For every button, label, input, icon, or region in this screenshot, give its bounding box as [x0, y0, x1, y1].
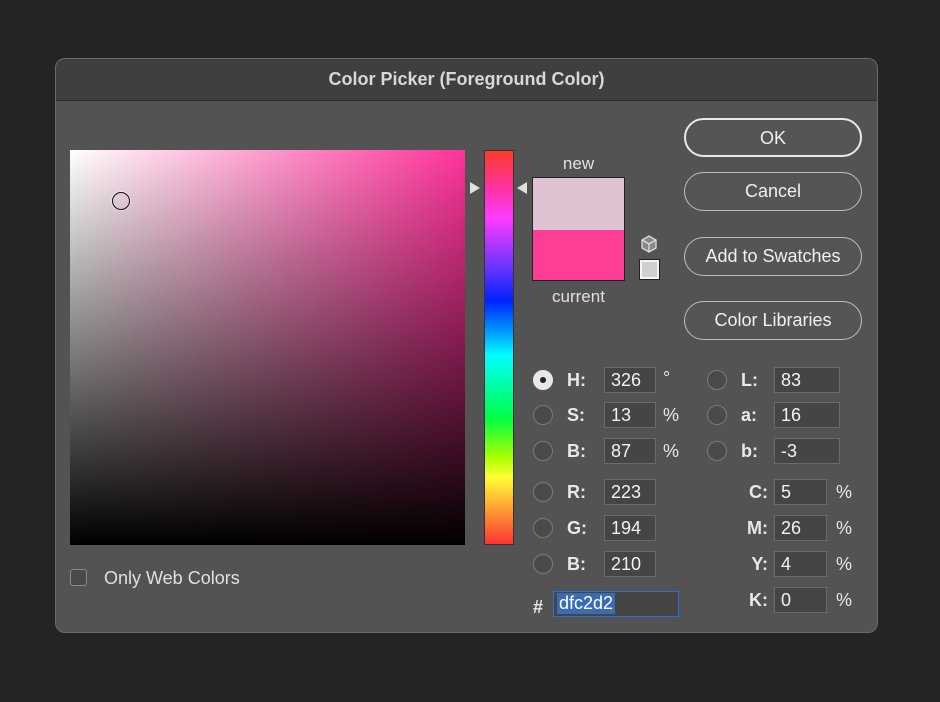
- green-input[interactable]: 194: [604, 515, 656, 541]
- color-picker-dialog: Color Picker (Foreground Color) new curr…: [55, 58, 878, 633]
- lab-b-radio[interactable]: [707, 441, 727, 461]
- only-web-colors-checkbox[interactable]: [70, 569, 87, 586]
- saturation-radio[interactable]: [533, 405, 553, 425]
- lab-l-input[interactable]: 83: [774, 367, 840, 393]
- hue-slider-left-arrow-icon[interactable]: [470, 182, 480, 194]
- hex-label: #: [533, 597, 544, 617]
- saturation-label: S:: [567, 405, 585, 425]
- percent-unit: %: [836, 482, 853, 502]
- percent-unit: %: [663, 441, 680, 461]
- yellow-label: Y:: [751, 554, 768, 574]
- hex-input[interactable]: dfc2d2: [553, 591, 679, 617]
- blue-input[interactable]: 210: [604, 551, 656, 577]
- hue-slider[interactable]: [484, 150, 514, 545]
- color-swatch: [532, 177, 625, 281]
- hue-radio[interactable]: [533, 370, 553, 390]
- current-label: current: [552, 287, 605, 306]
- lab-a-label: a:: [741, 405, 758, 425]
- lab-a-input[interactable]: 16: [774, 402, 840, 428]
- hue-input[interactable]: 326: [604, 367, 656, 393]
- degree-unit: °: [663, 368, 671, 388]
- only-web-colors-label: Only Web Colors: [104, 568, 240, 588]
- brightness-label: B:: [567, 441, 586, 461]
- magenta-input[interactable]: 26: [774, 515, 827, 541]
- new-color-swatch: [533, 178, 624, 230]
- lab-l-label: L:: [741, 370, 758, 390]
- lab-l-radio[interactable]: [707, 370, 727, 390]
- red-radio[interactable]: [533, 482, 553, 502]
- percent-unit: %: [836, 518, 853, 538]
- green-label: G:: [567, 518, 587, 538]
- color-field[interactable]: [70, 150, 465, 545]
- color-field-picker-circle[interactable]: [112, 192, 130, 210]
- hue-label: H:: [567, 370, 586, 390]
- lab-b-label: b:: [741, 441, 758, 461]
- percent-unit: %: [836, 554, 853, 574]
- cancel-button[interactable]: Cancel: [684, 172, 862, 211]
- color-libraries-button[interactable]: Color Libraries: [684, 301, 862, 340]
- green-radio[interactable]: [533, 518, 553, 538]
- magenta-label: M:: [747, 518, 768, 538]
- add-to-swatches-button[interactable]: Add to Swatches: [684, 237, 862, 276]
- new-label: new: [562, 154, 595, 173]
- brightness-input[interactable]: 87: [604, 438, 656, 464]
- out-of-gamut-cube-icon[interactable]: [640, 235, 658, 253]
- lab-b-input[interactable]: -3: [774, 438, 840, 464]
- hex-value-selected: dfc2d2: [557, 593, 616, 614]
- black-label: K:: [749, 590, 768, 610]
- percent-unit: %: [836, 590, 853, 610]
- black-input[interactable]: 0: [774, 587, 827, 613]
- brightness-radio[interactable]: [533, 441, 553, 461]
- cyan-label: C:: [749, 482, 768, 502]
- cyan-input[interactable]: 5: [774, 479, 827, 505]
- blue-radio[interactable]: [533, 554, 553, 574]
- dialog-title: Color Picker (Foreground Color): [56, 59, 877, 101]
- current-color-swatch[interactable]: [533, 230, 624, 280]
- web-safe-color-swatch[interactable]: [639, 259, 660, 280]
- blue-label: B:: [567, 554, 586, 574]
- hue-slider-right-arrow-icon[interactable]: [517, 182, 527, 194]
- ok-button[interactable]: OK: [684, 118, 862, 157]
- red-label: R:: [567, 482, 586, 502]
- percent-unit: %: [663, 405, 680, 425]
- yellow-input[interactable]: 4: [774, 551, 827, 577]
- red-input[interactable]: 223: [604, 479, 656, 505]
- lab-a-radio[interactable]: [707, 405, 727, 425]
- saturation-input[interactable]: 13: [604, 402, 656, 428]
